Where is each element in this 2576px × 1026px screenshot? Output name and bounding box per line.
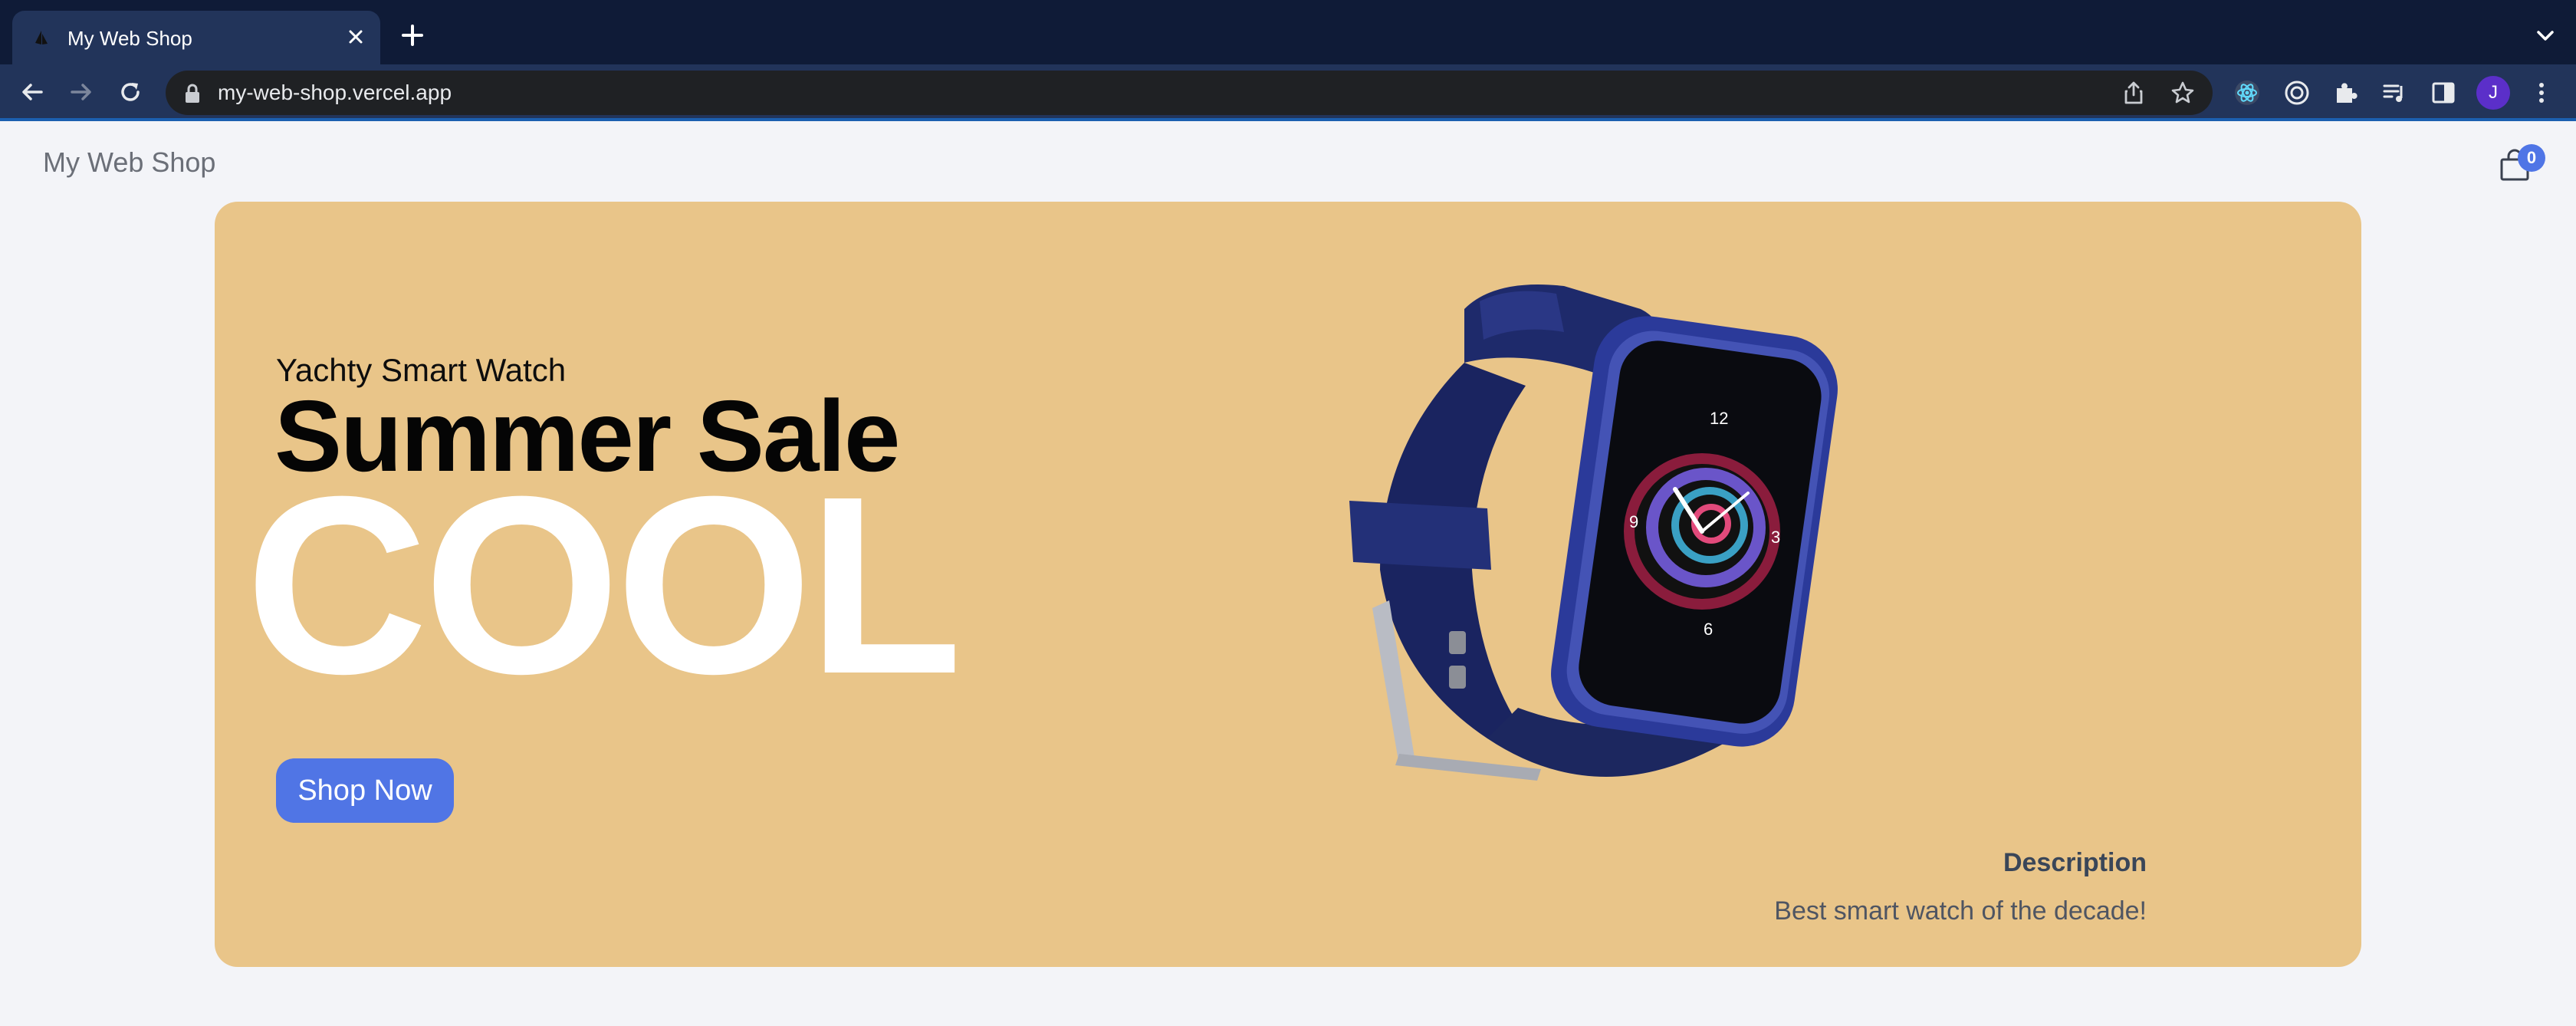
share-icon[interactable] — [2121, 80, 2147, 106]
svg-text:3: 3 — [1771, 528, 1780, 547]
playlist-icon[interactable] — [2380, 78, 2409, 107]
hero-big-text: COOL — [245, 443, 962, 726]
target-icon[interactable] — [2282, 78, 2312, 107]
profile-avatar[interactable]: J — [2476, 76, 2510, 110]
svg-text:6: 6 — [1704, 620, 1713, 639]
star-icon[interactable] — [2170, 80, 2196, 106]
address-bar[interactable]: my-web-shop.vercel.app — [166, 71, 2213, 115]
plus-icon[interactable] — [397, 20, 428, 51]
sidepanel-icon[interactable] — [2429, 78, 2458, 107]
arrow-left-icon[interactable] — [17, 77, 48, 107]
lock-icon[interactable] — [184, 84, 201, 104]
browser-tab-bar: My Web Shop — [0, 0, 2576, 66]
hero-banner: Yachty Smart Watch Summer Sale COOL Shop… — [215, 202, 2361, 967]
kebab-icon[interactable] — [2527, 78, 2556, 107]
reload-icon[interactable] — [115, 77, 146, 107]
tab-title: My Web Shop — [67, 27, 192, 50]
svg-text:12: 12 — [1710, 409, 1728, 428]
browser-toolbar: my-web-shop.vercel.app J — [0, 64, 2576, 121]
sailboat-icon — [35, 31, 48, 44]
description-label: Description — [2003, 848, 2147, 877]
brand-link[interactable]: My Web Shop — [43, 144, 215, 181]
react-icon[interactable] — [2233, 78, 2262, 107]
svg-text:9: 9 — [1629, 512, 1638, 531]
puzzle-icon[interactable] — [2331, 78, 2361, 107]
url-text[interactable]: my-web-shop.vercel.app — [218, 79, 452, 107]
shop-now-button[interactable]: Shop Now — [276, 758, 454, 823]
smart-watch-image: 12 3 6 9 — [1349, 284, 1838, 781]
browser-tab[interactable]: My Web Shop — [12, 11, 380, 66]
cart-count-badge: 0 — [2518, 144, 2545, 172]
close-icon[interactable] — [342, 23, 370, 51]
arrow-right-icon[interactable] — [66, 77, 97, 107]
description-text: Best smart watch of the decade! — [1774, 896, 2147, 926]
chevron-down-icon[interactable] — [2533, 23, 2558, 48]
